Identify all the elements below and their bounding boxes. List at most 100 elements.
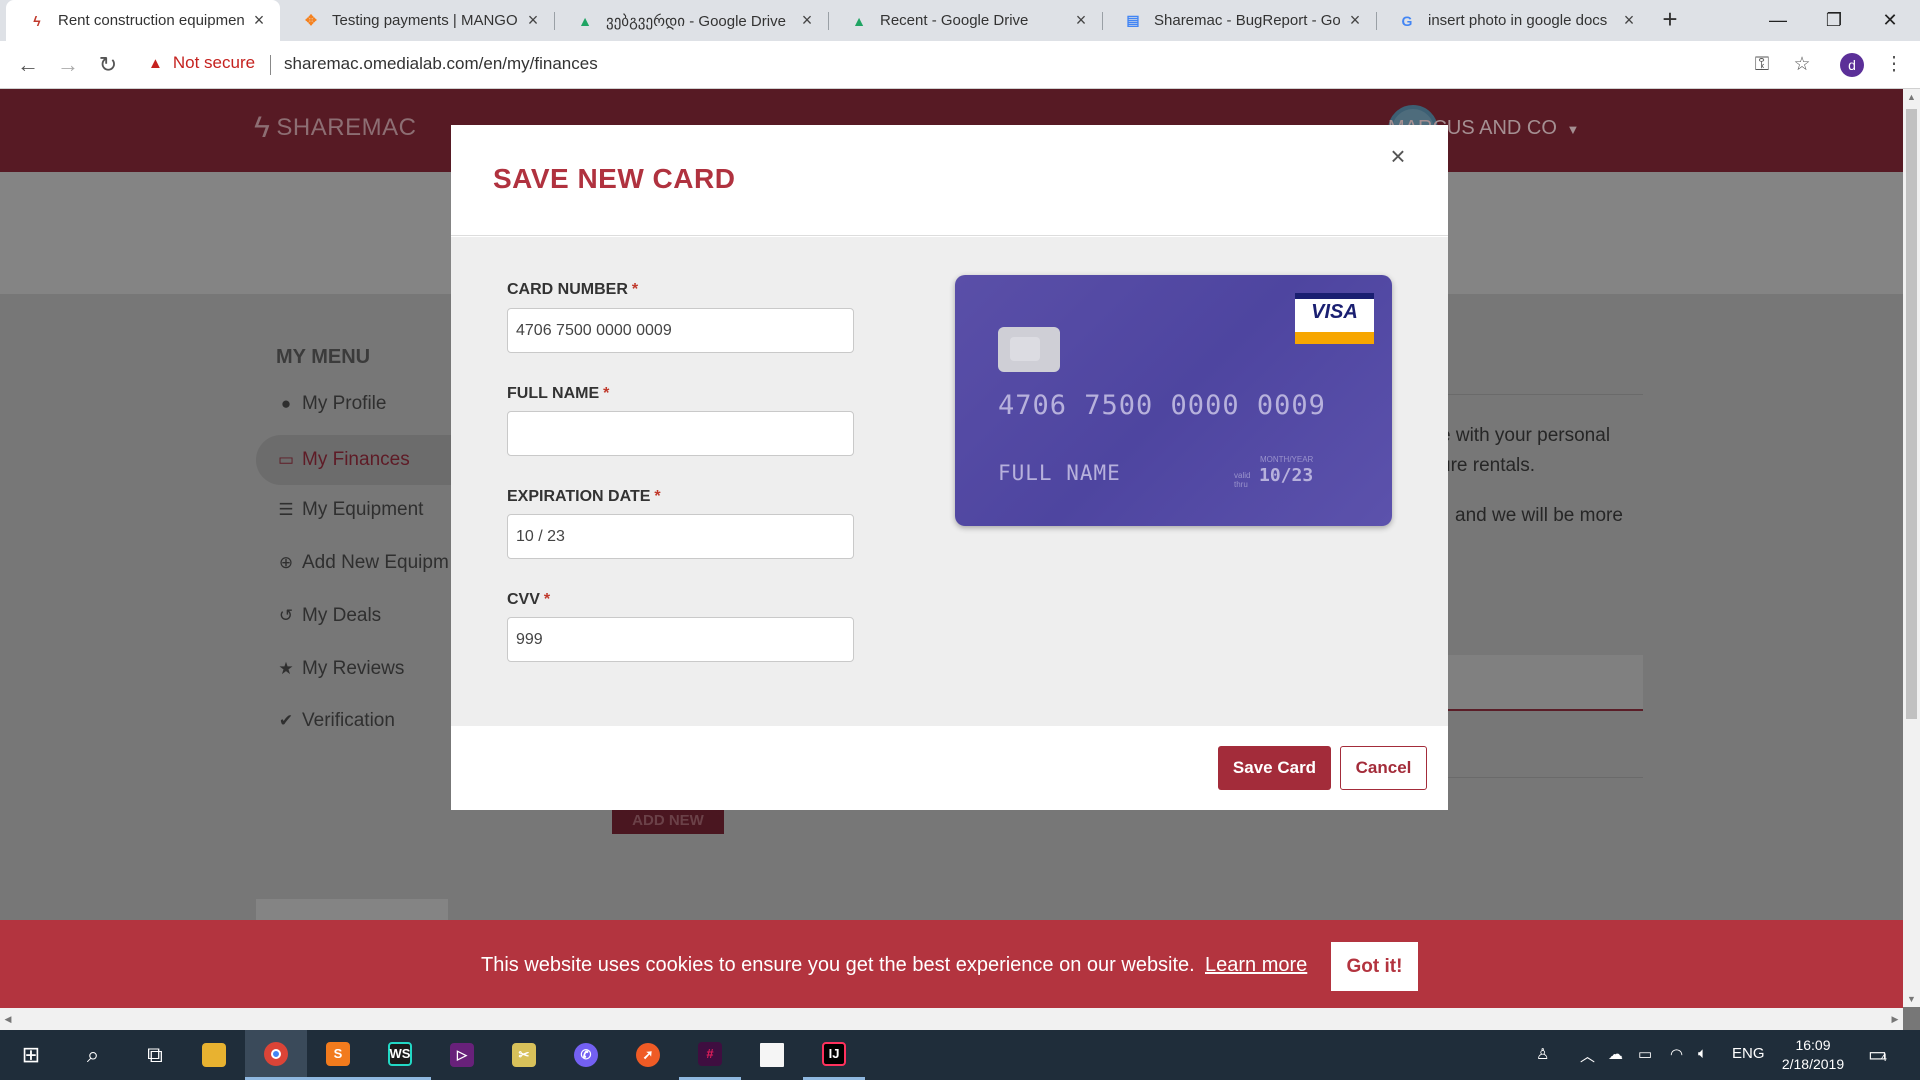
browser-tab-rent-construction[interactable]: ϟ Rent construction equipment × bbox=[6, 0, 280, 41]
new-tab-button[interactable]: + bbox=[1656, 6, 1684, 34]
snipping-tool-icon[interactable]: ✂ bbox=[493, 1030, 555, 1080]
horizontal-scrollbar[interactable]: ◀ ▶ bbox=[0, 1008, 1903, 1030]
cvv-label: CVV * bbox=[507, 591, 550, 609]
required-asterisk: * bbox=[631, 281, 639, 298]
back-arrow-icon[interactable]: ← bbox=[14, 51, 42, 79]
card-preview-holder: FULL NAME bbox=[998, 461, 1121, 485]
tab-title: Recent - Google Drive bbox=[880, 12, 1029, 29]
windows-start-icon[interactable]: ⊞ bbox=[0, 1030, 62, 1080]
file-explorer-icon[interactable] bbox=[183, 1030, 245, 1080]
menu-item-my-equipment[interactable]: ☰ My Equipment bbox=[276, 499, 423, 521]
task-view-icon[interactable]: ⧉ bbox=[124, 1030, 186, 1080]
cancel-button[interactable]: Cancel bbox=[1340, 746, 1427, 790]
expiration-date-label: EXPIRATION DATE * bbox=[507, 488, 661, 506]
expiration-date-input[interactable] bbox=[507, 514, 854, 559]
vertical-scrollbar[interactable]: ▲ ▼ bbox=[1903, 89, 1920, 1007]
card-number-input[interactable] bbox=[507, 308, 854, 353]
bookmark-star-icon[interactable]: ☆ bbox=[1790, 53, 1814, 77]
windows-taskbar: ⊞ ⌕ ⧉ S WS ▷ ✂ ✆ ➚ # IJ ♙ ︿ ☁ ▭ ◠ 🔈︎ ENG… bbox=[0, 1030, 1920, 1080]
cookie-banner: This website uses cookies to ensure you … bbox=[0, 920, 1903, 1008]
card-preview-month-year-caption: MONTH/YEAR bbox=[1260, 455, 1314, 464]
people-icon[interactable]: ♙ bbox=[1536, 1045, 1549, 1063]
minimize-window-button[interactable]: — bbox=[1750, 0, 1806, 41]
clock-date: 2/18/2019 bbox=[1781, 1056, 1845, 1072]
menu-item-label: My Finances bbox=[302, 449, 410, 470]
scroll-up-icon[interactable]: ▲ bbox=[1903, 89, 1920, 105]
volume-icon[interactable]: 🔈︎ bbox=[1698, 1045, 1707, 1062]
postman-icon[interactable]: ➚ bbox=[617, 1030, 679, 1080]
got-it-button[interactable]: Got it! bbox=[1331, 942, 1418, 991]
browser-tab-mangopay[interactable]: ✥ Testing payments | MANGOPAY × bbox=[280, 0, 554, 41]
cvv-input[interactable] bbox=[507, 617, 854, 662]
browser-tab-google-drive[interactable]: ▲ ვებგვერდი - Google Drive × bbox=[554, 0, 828, 41]
more-menu-icon[interactable]: ⋮ bbox=[1882, 53, 1906, 77]
intro-text-line: e with your personal bbox=[1440, 425, 1611, 446]
close-icon[interactable]: × bbox=[1383, 141, 1413, 171]
modal-body: CARD NUMBER* FULL NAME* EXPIRATION DATE*… bbox=[451, 237, 1448, 726]
list-icon: ☰ bbox=[278, 500, 294, 519]
browser-tab-google-search[interactable]: G insert photo in google docs × bbox=[1376, 0, 1650, 41]
slack-icon[interactable]: # bbox=[679, 1030, 741, 1080]
security-label: Not secure bbox=[172, 53, 256, 72]
close-tab-icon[interactable]: × bbox=[250, 10, 268, 31]
key-icon[interactable]: ⚿ bbox=[1750, 53, 1774, 77]
restore-window-button[interactable]: ❐ bbox=[1806, 0, 1862, 41]
modal-title: SAVE NEW CARD bbox=[493, 163, 736, 194]
profile-avatar[interactable]: d bbox=[1840, 53, 1864, 77]
battery-icon[interactable]: ▭ bbox=[1638, 1045, 1652, 1063]
security-indicator[interactable]: ▲ Not secure bbox=[148, 53, 255, 73]
menu-item-my-finances[interactable]: ▭ My Finances bbox=[256, 435, 456, 485]
card-preview-valid-thru-caption: valid thru bbox=[1234, 471, 1251, 489]
notepad-icon[interactable] bbox=[741, 1030, 803, 1080]
intellij-icon[interactable]: IJ bbox=[803, 1030, 865, 1080]
onedrive-cloud-icon[interactable]: ☁ bbox=[1608, 1045, 1623, 1063]
address-separator bbox=[270, 55, 271, 75]
input-language-indicator[interactable]: ENG bbox=[1732, 1045, 1765, 1062]
menu-item-my-deals[interactable]: ↺ My Deals bbox=[276, 605, 381, 627]
menu-item-verification[interactable]: ✔ Verification bbox=[276, 710, 395, 732]
required-asterisk: * bbox=[654, 488, 661, 505]
history-icon: ↺ bbox=[278, 606, 294, 625]
webstorm-icon[interactable]: WS bbox=[369, 1030, 431, 1080]
tab-title: insert photo in google docs bbox=[1428, 12, 1608, 29]
tab-title: Rent construction equipment bbox=[58, 12, 244, 29]
scroll-right-icon[interactable]: ▶ bbox=[1887, 1008, 1903, 1030]
menu-item-my-profile[interactable]: ● My Profile bbox=[276, 393, 387, 415]
menu-item-my-reviews[interactable]: ★ My Reviews bbox=[276, 658, 404, 680]
menu-item-label: My Deals bbox=[302, 605, 382, 626]
browser-tab-recent-drive[interactable]: ▲ Recent - Google Drive × bbox=[828, 0, 1102, 41]
clock-time: 16:09 bbox=[1795, 1037, 1831, 1053]
close-window-button[interactable]: ✕ bbox=[1862, 0, 1918, 41]
system-clock[interactable]: 16:09 2/18/2019 bbox=[1777, 1036, 1849, 1074]
sublime-text-icon[interactable]: S bbox=[307, 1030, 369, 1080]
learn-more-link[interactable]: Learn more bbox=[1205, 954, 1307, 977]
menu-item-add-new-equipment[interactable]: ⊕ Add New Equipm bbox=[276, 552, 449, 574]
search-icon[interactable]: ⌕ bbox=[62, 1030, 124, 1080]
close-tab-icon[interactable]: × bbox=[1620, 10, 1638, 31]
scroll-down-icon[interactable]: ▼ bbox=[1903, 991, 1920, 1007]
field-label-text: CARD NUMBER bbox=[507, 281, 628, 298]
save-card-button[interactable]: Save Card bbox=[1218, 746, 1331, 790]
url-field[interactable]: sharemac.omedialab.com/en/my/finances bbox=[284, 54, 598, 74]
visual-studio-icon[interactable]: ▷ bbox=[431, 1030, 493, 1080]
close-tab-icon[interactable]: × bbox=[1072, 10, 1090, 31]
close-tab-icon[interactable]: × bbox=[1346, 10, 1364, 31]
close-tab-icon[interactable]: × bbox=[524, 10, 542, 31]
forward-arrow-icon[interactable]: → bbox=[54, 51, 82, 79]
menu-item-label: Add New Equipm bbox=[302, 552, 449, 573]
viber-icon[interactable]: ✆ bbox=[555, 1030, 617, 1080]
field-label-text: FULL NAME bbox=[507, 385, 600, 402]
notification-center-icon[interactable]: ▭4 bbox=[1868, 1042, 1887, 1067]
wifi-icon[interactable]: ◠ bbox=[1670, 1045, 1683, 1063]
full-name-input[interactable] bbox=[507, 411, 854, 456]
show-hidden-icons-chevron[interactable]: ︿ bbox=[1580, 1045, 1595, 1066]
tab-title: ვებგვერდი - Google Drive bbox=[606, 12, 786, 30]
close-tab-icon[interactable]: × bbox=[798, 10, 816, 31]
sharemac-logo[interactable]: ϟ SHAREMAC bbox=[254, 111, 416, 145]
reload-icon[interactable]: ↻ bbox=[94, 51, 122, 79]
scrollbar-thumb[interactable] bbox=[1906, 109, 1917, 719]
chrome-icon[interactable] bbox=[245, 1030, 307, 1080]
chevron-down-icon: ▼ bbox=[1566, 122, 1580, 137]
browser-tab-bugreport[interactable]: ▤ Sharemac - BugReport - Google Docs × bbox=[1102, 0, 1376, 41]
scroll-left-icon[interactable]: ◀ bbox=[0, 1008, 16, 1030]
